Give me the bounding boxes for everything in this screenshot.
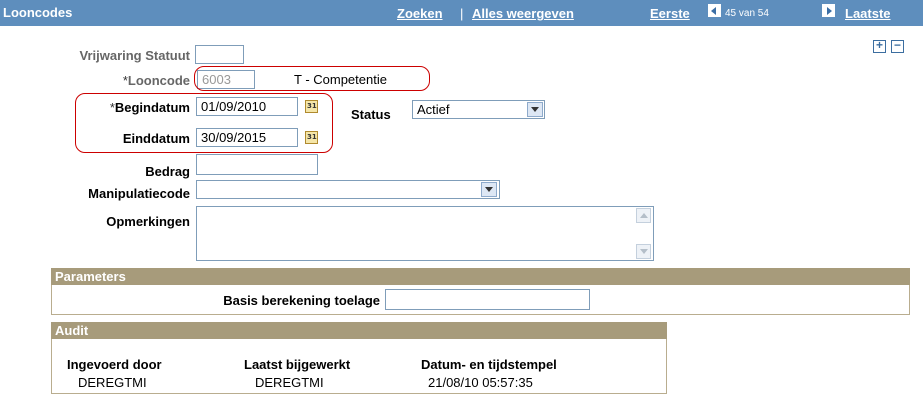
vrijwaring-statuut-input[interactable] — [195, 45, 244, 64]
chevron-down-icon[interactable] — [481, 182, 497, 197]
date-range-highlight — [75, 93, 333, 153]
scroll-down-icon[interactable] — [636, 244, 651, 259]
status-label: Status — [351, 107, 391, 122]
find-link[interactable]: Zoeken — [397, 6, 443, 21]
next-icon[interactable] — [822, 4, 835, 17]
looncode-label: *Looncode — [0, 73, 190, 88]
basis-berekening-label: Basis berekening toelage — [223, 293, 380, 308]
status-select[interactable]: Actief — [412, 100, 545, 119]
audit-col-bijgewerkt: Laatst bijgewerkt — [244, 357, 351, 372]
parameters-title: Parameters — [55, 269, 126, 284]
vrijwaring-statuut-label: Vrijwaring Statuut — [79, 48, 190, 63]
view-all-link[interactable]: Alles weergeven — [472, 6, 574, 21]
audit-value-tijdstempel: 21/08/10 05:57:35 — [428, 375, 533, 390]
status-value: Actief — [417, 102, 450, 117]
minus-icon: − — [893, 38, 901, 52]
remove-row-button[interactable]: − — [891, 38, 904, 53]
looncode-highlight — [194, 66, 430, 91]
basis-berekening-input[interactable] — [385, 289, 590, 310]
audit-col-tijdstempel: Datum- en tijdstempel — [421, 357, 557, 372]
record-position: 45 van 54 — [725, 8, 769, 19]
link-separator: | — [460, 6, 464, 21]
previous-icon[interactable] — [708, 4, 721, 17]
section-title: Looncodes — [3, 5, 73, 20]
audit-col-ingevoerd: Ingevoerd door — [67, 357, 162, 372]
audit-value-bijgewerkt: DEREGTMI — [255, 375, 324, 390]
scroll-area-header: Looncodes Zoeken | Alles weergeven Eerst… — [0, 0, 923, 26]
opmerkingen-label: Opmerkingen — [106, 214, 190, 229]
looncode-label-text: Looncode — [127, 73, 190, 88]
opmerkingen-textarea[interactable] — [196, 206, 654, 261]
audit-header: Audit — [51, 322, 667, 339]
parameters-header: Parameters — [51, 268, 910, 285]
chevron-down-icon[interactable] — [527, 102, 543, 117]
scroll-up-icon[interactable] — [636, 208, 651, 223]
bedrag-input[interactable] — [196, 154, 318, 175]
manipulatiecode-label: Manipulatiecode — [88, 186, 190, 201]
plus-icon: + — [875, 38, 883, 52]
add-row-button[interactable]: + — [873, 38, 886, 53]
first-link[interactable]: Eerste — [650, 6, 690, 21]
manipulatiecode-select[interactable] — [196, 180, 500, 199]
audit-value-ingevoerd: DEREGTMI — [78, 375, 147, 390]
audit-title: Audit — [55, 323, 89, 338]
bedrag-label: Bedrag — [145, 164, 190, 179]
last-link[interactable]: Laatste — [845, 6, 891, 21]
